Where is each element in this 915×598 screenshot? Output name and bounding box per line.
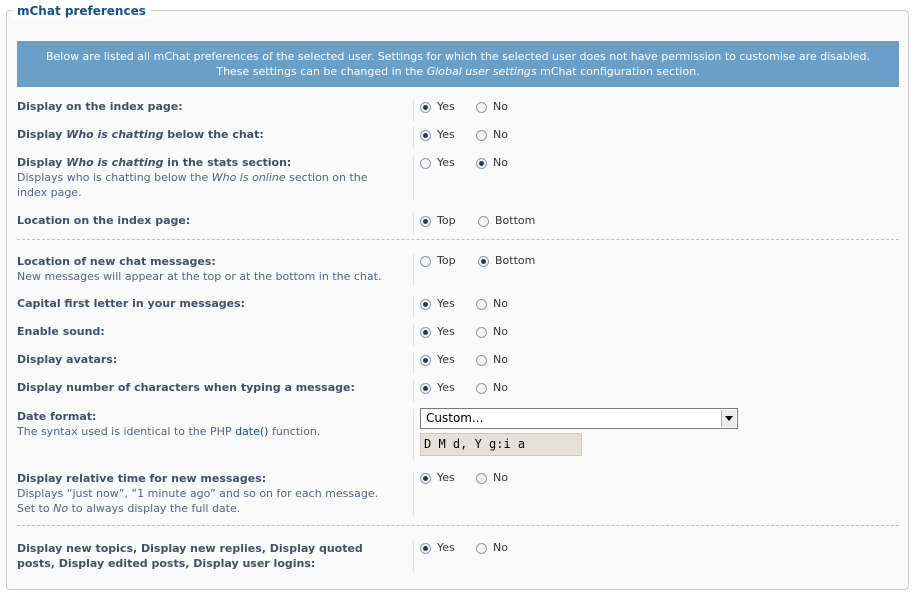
pref-label: Date format: <box>17 410 97 423</box>
pref-label: Enable sound: <box>17 325 105 338</box>
radio-option-no[interactable]: No <box>476 100 508 114</box>
radio-option-top[interactable]: Top <box>420 254 456 268</box>
radio-checked-icon[interactable] <box>420 382 431 394</box>
radio-checked-icon[interactable] <box>420 215 431 227</box>
radio-unchecked-icon[interactable] <box>420 157 431 169</box>
pref-label: Capital first letter in your messages: <box>17 297 246 310</box>
radio-option-yes[interactable]: Yes <box>420 297 455 311</box>
pref-description-line-2: index page. <box>17 186 82 199</box>
radio-option-no[interactable]: No <box>476 297 508 311</box>
info-notice: Below are listed all mChat preferences o… <box>17 41 899 87</box>
radio-checked-icon[interactable] <box>420 298 431 310</box>
radio-option-bottom[interactable]: Bottom <box>478 254 535 268</box>
radio-checked-icon[interactable] <box>420 129 431 141</box>
radio-option-yes[interactable]: Yes <box>420 353 455 367</box>
radio-unchecked-icon[interactable] <box>476 298 487 310</box>
radio-unchecked-icon[interactable] <box>476 382 487 394</box>
pref-row-whois-below-chat: Display Who is chatting below the chat: … <box>17 127 899 149</box>
pref-label: Display Who is chatting below the chat: <box>17 128 264 141</box>
pref-row-index-location: Location on the index page: Top Bottom <box>17 213 899 235</box>
pref-label: Display Who is chatting in the stats sec… <box>17 156 292 169</box>
radio-option-yes[interactable]: Yes <box>420 381 455 395</box>
pref-row-enable-sound: Enable sound: Yes No <box>17 324 899 346</box>
notice-line-1: Below are listed all mChat preferences o… <box>45 50 871 63</box>
radio-option-top[interactable]: Top <box>420 214 456 228</box>
notice-line-2: These settings can be changed in the Glo… <box>216 65 700 78</box>
radio-checked-icon[interactable] <box>420 542 431 554</box>
radio-unchecked-icon[interactable] <box>476 129 487 141</box>
radio-option-yes[interactable]: Yes <box>420 156 455 170</box>
radio-option-no[interactable]: No <box>476 381 508 395</box>
radio-option-no[interactable]: No <box>476 353 508 367</box>
radio-checked-icon[interactable] <box>420 101 431 113</box>
section-divider <box>17 239 899 240</box>
php-date-link[interactable]: date() <box>235 425 268 438</box>
pref-description: New messages will appear at the top or a… <box>17 270 382 283</box>
radio-checked-icon[interactable] <box>420 326 431 338</box>
pref-label: Location of new chat messages: <box>17 255 216 268</box>
radio-unchecked-icon[interactable] <box>476 354 487 366</box>
pref-label: Display avatars: <box>17 353 118 366</box>
pref-row-avatars: Display avatars: Yes No <box>17 352 899 374</box>
pref-label: Display number of characters when typing… <box>17 381 355 394</box>
pref-row-display-notifications: Display new topics, Display new replies,… <box>17 541 899 573</box>
radio-option-no[interactable]: No <box>476 541 508 555</box>
radio-unchecked-icon[interactable] <box>476 101 487 113</box>
pref-description: Displays who is chatting below the Who i… <box>17 171 368 184</box>
pref-row-capital-letter: Capital first letter in your messages: Y… <box>17 296 899 318</box>
custom-date-format-input[interactable]: D M d, Y g:i a <box>420 433 582 456</box>
radio-option-no[interactable]: No <box>476 325 508 339</box>
radio-unchecked-icon[interactable] <box>476 326 487 338</box>
radio-checked-icon[interactable] <box>420 354 431 366</box>
radio-unchecked-icon[interactable] <box>420 255 431 267</box>
radio-option-bottom[interactable]: Bottom <box>478 214 535 228</box>
pref-label: Display on the index page: <box>17 100 183 113</box>
pref-description: The syntax used is identical to the PHP … <box>17 425 321 438</box>
pref-label: Location on the index page: <box>17 214 191 227</box>
pref-label: Display new topics, Display new replies,… <box>17 542 363 555</box>
radio-checked-icon[interactable] <box>476 157 487 169</box>
date-format-select[interactable]: Custom... <box>420 408 738 429</box>
radio-checked-icon[interactable] <box>478 255 489 267</box>
pref-description-line-2: Set to No to always display the full dat… <box>17 502 241 515</box>
fieldset-legend: mChat preferences <box>12 3 151 19</box>
pref-label-line-2: posts, Display edited posts, Display use… <box>17 557 316 570</box>
pref-row-char-count: Display number of characters when typing… <box>17 380 899 402</box>
chevron-down-icon[interactable] <box>721 410 736 427</box>
radio-option-yes[interactable]: Yes <box>420 128 455 142</box>
radio-unchecked-icon[interactable] <box>476 542 487 554</box>
pref-row-index-page: Display on the index page: Yes No <box>17 99 899 121</box>
section-divider <box>17 525 899 526</box>
radio-option-no[interactable]: No <box>476 128 508 142</box>
radio-option-yes[interactable]: Yes <box>420 471 455 485</box>
pref-row-whois-stats: Display Who is chatting in the stats sec… <box>17 155 899 201</box>
pref-label: Display relative time for new messages: <box>17 472 267 485</box>
radio-checked-icon[interactable] <box>420 472 431 484</box>
pref-row-message-location: Location of new chat messages: New messa… <box>17 254 899 286</box>
radio-option-yes[interactable]: Yes <box>420 541 455 555</box>
radio-unchecked-icon[interactable] <box>476 472 487 484</box>
radio-unchecked-icon[interactable] <box>478 215 489 227</box>
pref-row-relative-time: Display relative time for new messages: … <box>17 471 899 517</box>
radio-option-yes[interactable]: Yes <box>420 100 455 114</box>
radio-option-yes[interactable]: Yes <box>420 325 455 339</box>
pref-description: Displays “just now”, “1 minute ago” and … <box>17 487 379 500</box>
radio-option-no[interactable]: No <box>476 156 508 170</box>
radio-option-no[interactable]: No <box>476 471 508 485</box>
